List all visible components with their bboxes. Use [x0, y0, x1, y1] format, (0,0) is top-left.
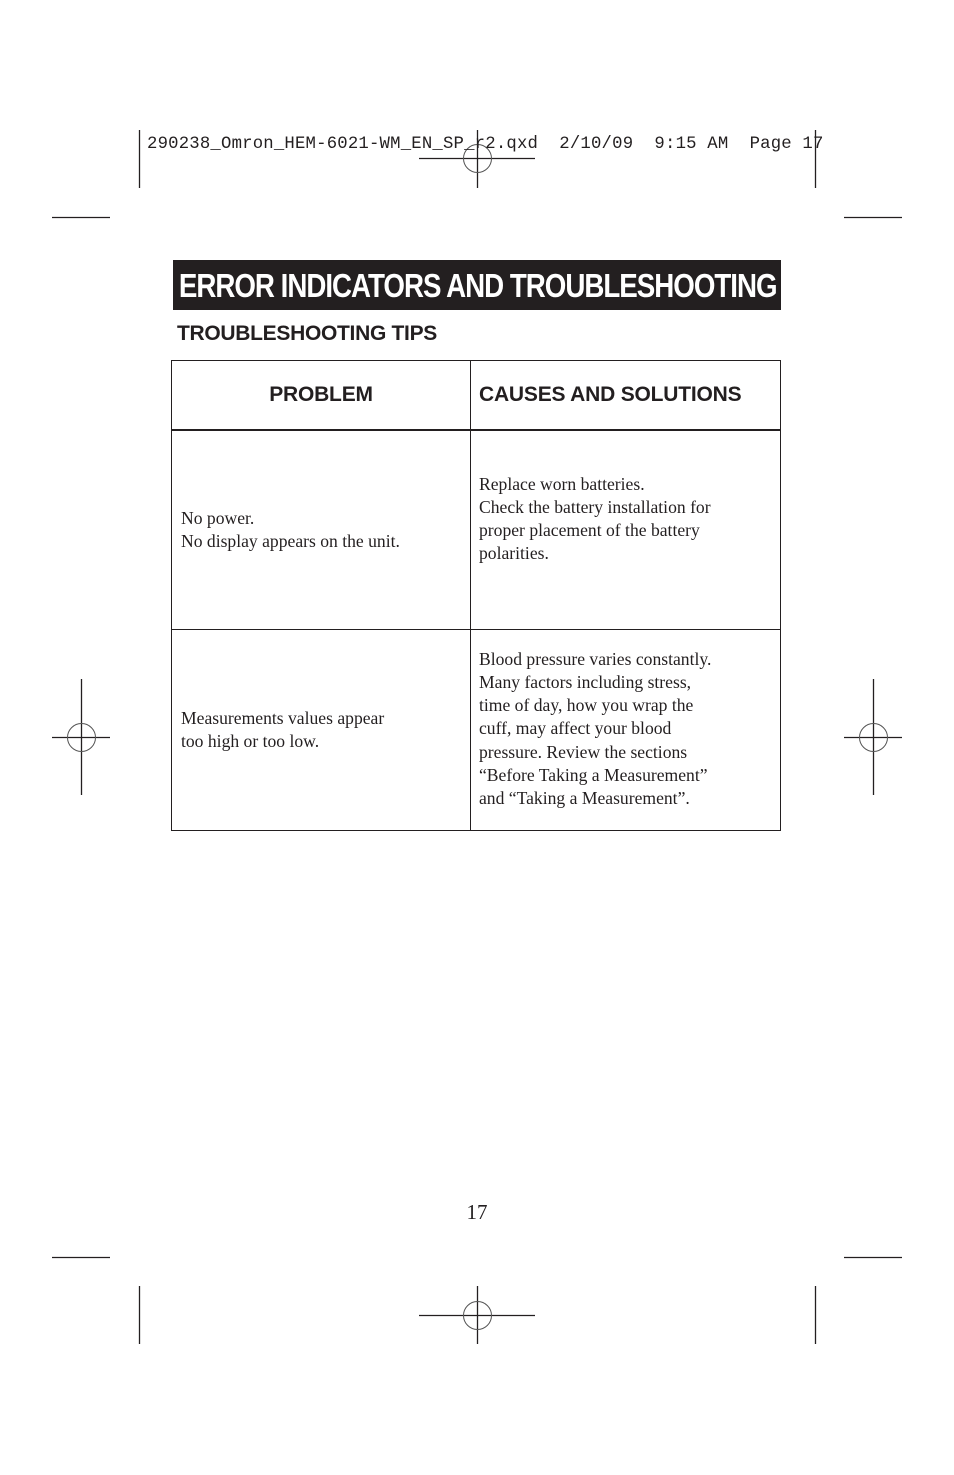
registration-target-left: [52, 679, 110, 795]
causes-line: “Before Taking a Measurement”: [479, 764, 708, 785]
causes-line: and “Taking a Measurement”.: [479, 788, 690, 808]
causes-line: Blood pressure varies constantly.: [479, 648, 712, 669]
table-row: Measurements values appear too high or t…: [171, 629, 781, 831]
section-title-banner: ERROR INDICATORS AND TROUBLESHOOTING TIP…: [173, 260, 781, 310]
causes-line: cuff, may affect your blood: [479, 718, 672, 739]
slug-date: 2/10/09: [559, 135, 634, 154]
problem-cell: Measurements values appear too high or t…: [171, 629, 471, 831]
problem-line: No display appears on the unit.: [181, 531, 400, 551]
column-header-problem: PROBLEM: [171, 360, 471, 431]
causes-line: time of day, how you wrap the: [479, 695, 694, 716]
troubleshooting-table: PROBLEM CAUSES AND SOLUTIONS No power. N…: [171, 360, 781, 831]
slug-line: 290238_Omron_HEM-6021-WM_EN_SP_r2.qxd 2/…: [147, 135, 824, 154]
section-subtitle: TROUBLESHOOTING TIPS: [177, 322, 438, 345]
causes-line: proper placement of the battery: [479, 520, 700, 540]
problem-line: No power.: [181, 507, 255, 528]
slug-time: 9:15 AM: [654, 135, 729, 154]
causes-line: Many factors including stress,: [479, 671, 692, 692]
causes-cell: Replace worn batteries. Check the batter…: [470, 429, 781, 630]
table-header-row: PROBLEM CAUSES AND SOLUTIONS: [171, 360, 781, 431]
slug-filename: 290238_Omron_HEM-6021-WM_EN_SP_r2.qxd: [147, 135, 539, 154]
page-title: ERROR INDICATORS AND TROUBLESHOOTING TIP…: [178, 266, 781, 304]
causes-line: Replace worn batteries.: [479, 473, 645, 494]
problem-cell: No power. No display appears on the unit…: [171, 429, 471, 630]
causes-line: pressure. Review the sections: [479, 741, 688, 762]
page-number: 17: [466, 1200, 488, 1224]
registration-target-bottom: [419, 1286, 535, 1344]
registration-target-right: [844, 679, 902, 795]
causes-line: polarities.: [479, 543, 549, 564]
causes-line: Check the battery installation for: [479, 496, 711, 517]
column-header-causes: CAUSES AND SOLUTIONS: [470, 360, 781, 431]
slug-page-label: Page 17: [749, 135, 824, 154]
problem-line: too high or too low.: [181, 731, 320, 751]
causes-cell: Blood pressure varies constantly. Many f…: [470, 629, 781, 831]
problem-line: Measurements values appear: [181, 707, 385, 728]
table-row: No power. No display appears on the unit…: [171, 429, 781, 630]
